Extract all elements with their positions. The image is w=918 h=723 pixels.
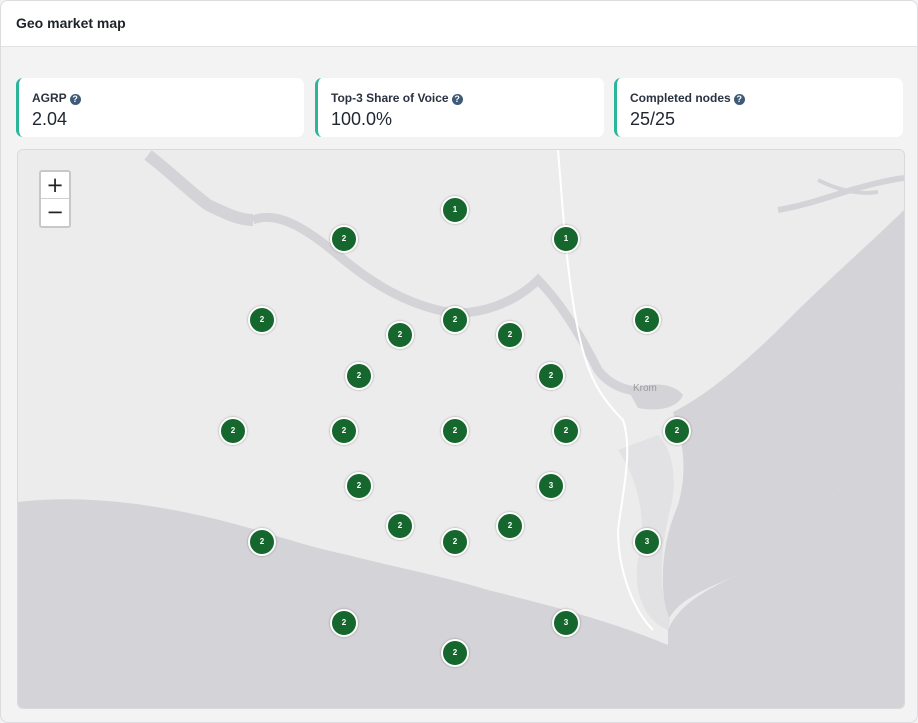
place-label: Krom — [633, 383, 657, 394]
node-marker[interactable]: 2 — [633, 306, 661, 334]
geo-market-map-card: Geo market map AGRP? 2.04 Top-3 Share of… — [0, 0, 918, 723]
zoom-out-button[interactable]: − — [41, 199, 69, 225]
node-marker[interactable]: 2 — [552, 417, 580, 445]
node-marker[interactable]: 3 — [537, 472, 565, 500]
help-icon[interactable]: ? — [733, 94, 745, 105]
kpi-card-share-of-voice: Top-3 Share of Voice? 100.0% — [315, 78, 604, 137]
kpi-label-text: Completed nodes — [630, 91, 731, 105]
node-marker[interactable]: 2 — [386, 321, 414, 349]
node-marker[interactable]: 2 — [537, 362, 565, 390]
node-marker[interactable]: 2 — [441, 528, 469, 556]
node-marker[interactable]: 2 — [330, 417, 358, 445]
node-marker[interactable]: 3 — [552, 609, 580, 637]
kpi-label: Top-3 Share of Voice? — [331, 91, 463, 105]
zoom-in-button[interactable]: + — [41, 172, 69, 199]
help-icon[interactable]: ? — [69, 94, 81, 105]
node-marker[interactable]: 2 — [330, 225, 358, 253]
kpi-label: Completed nodes? — [630, 91, 745, 105]
kpi-card-completed-nodes: Completed nodes? 25/25 — [614, 78, 903, 137]
card-title: Geo market map — [16, 15, 126, 31]
kpi-value: 25/25 — [630, 109, 676, 129]
kpi-card-agrp: AGRP? 2.04 — [16, 78, 304, 137]
node-marker[interactable]: 2 — [219, 417, 247, 445]
node-marker[interactable]: 2 — [663, 417, 691, 445]
map-view[interactable]: + − Krom 1 1 2 2 2 2 2 2 2 2 2 2 2 2 2 2… — [17, 149, 905, 709]
kpi-label-text: Top-3 Share of Voice — [331, 91, 449, 105]
node-marker[interactable]: 2 — [496, 321, 524, 349]
card-header: Geo market map — [1, 1, 917, 47]
zoom-control: + − — [39, 170, 71, 228]
node-marker[interactable]: 2 — [248, 306, 276, 334]
node-marker[interactable]: 2 — [496, 512, 524, 540]
kpi-label-text: AGRP — [32, 91, 67, 105]
node-marker[interactable]: 1 — [441, 196, 469, 224]
node-marker[interactable]: 2 — [441, 417, 469, 445]
kpi-value: 2.04 — [32, 109, 68, 129]
node-marker[interactable]: 2 — [441, 639, 469, 667]
node-marker[interactable]: 1 — [552, 225, 580, 253]
kpi-value: 100.0% — [331, 109, 393, 129]
node-marker[interactable]: 3 — [633, 528, 661, 556]
node-marker[interactable]: 2 — [248, 528, 276, 556]
help-icon[interactable]: ? — [451, 94, 463, 105]
node-marker[interactable]: 2 — [345, 362, 373, 390]
node-marker[interactable]: 2 — [345, 472, 373, 500]
node-marker[interactable]: 2 — [386, 512, 414, 540]
node-marker[interactable]: 2 — [441, 306, 469, 334]
kpi-label: AGRP? — [32, 91, 81, 105]
node-marker[interactable]: 2 — [330, 609, 358, 637]
